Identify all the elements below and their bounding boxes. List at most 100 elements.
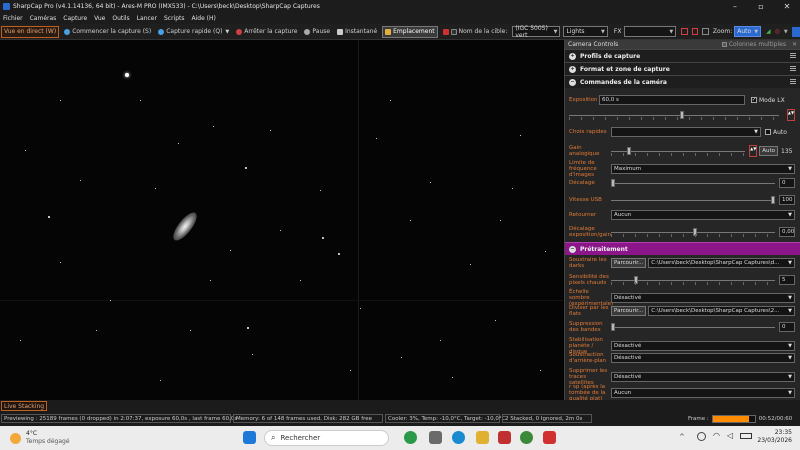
banding-slider[interactable]: [611, 323, 775, 331]
menu-cameras[interactable]: Caméras: [30, 15, 57, 22]
frequency-select[interactable]: Maximum ▼: [611, 164, 795, 174]
gain-slider[interactable]: [611, 147, 746, 156]
crosshair-icon[interactable]: [681, 28, 688, 35]
app-icon-1[interactable]: [404, 431, 417, 444]
slider-knob[interactable]: [771, 196, 775, 204]
exposure-row: Exposition 60,0 s ✓ Mode LX: [569, 95, 795, 105]
pin-icon[interactable]: [791, 26, 800, 37]
section-preprocessing[interactable]: − Prétraitement: [565, 242, 800, 255]
gain-auto-button[interactable]: Auto: [759, 146, 778, 156]
menu-icon[interactable]: [790, 53, 796, 58]
target-icon[interactable]: ◎: [775, 28, 780, 35]
taskbar-search[interactable]: ⌕ Rechercher: [264, 430, 389, 446]
flip-select[interactable]: Aucun ▼: [611, 210, 795, 220]
offset-input[interactable]: 0: [779, 178, 795, 188]
star: [390, 100, 391, 101]
app-icon-4[interactable]: [520, 431, 533, 444]
tray-app-icon[interactable]: [697, 432, 706, 441]
menu-launch[interactable]: Lancer: [137, 15, 157, 22]
brightness-icon[interactable]: ◢: [766, 28, 771, 35]
darks-browse-button[interactable]: Parcourir...: [611, 258, 647, 268]
menu-capture[interactable]: Capture: [63, 15, 87, 22]
lx-mode-checkbox[interactable]: ✓ Mode LX: [751, 97, 785, 104]
darkscale-select[interactable]: Désactivé ▼: [611, 293, 795, 303]
exposure-input[interactable]: 60,0 s: [599, 95, 745, 105]
exp-gain-offset-input[interactable]: 0,00: [779, 227, 795, 237]
edge-icon[interactable]: [452, 431, 465, 444]
section-camera-controls[interactable]: − Commandes de la caméra: [565, 75, 800, 88]
stabilization-select[interactable]: Désactivé ▼: [611, 341, 795, 351]
target-name-group: Nom de la cible:: [441, 26, 510, 38]
satellite-select[interactable]: Désactivé ▼: [611, 372, 795, 382]
fx-select[interactable]: ▼: [624, 26, 677, 37]
stacked-status: 2 Stacked, 0 Ignored, 2m 0s: [502, 414, 592, 423]
histogram-icon[interactable]: [691, 28, 699, 35]
offset-slider[interactable]: [611, 179, 775, 187]
star: [500, 220, 501, 221]
menu-file[interactable]: Fichier: [3, 15, 23, 22]
menu-tools[interactable]: Outils: [112, 15, 129, 22]
menu-view[interactable]: Vue: [94, 15, 105, 22]
slider-track: [611, 183, 775, 184]
snapshot-button[interactable]: Instantané: [335, 26, 379, 38]
usb-input[interactable]: 100: [779, 195, 795, 205]
exposure-auto-checkbox[interactable]: Auto: [765, 129, 787, 136]
exposure-slider[interactable]: [569, 111, 779, 120]
wifi-icon[interactable]: ◠: [713, 431, 720, 440]
tray-expand-icon[interactable]: ^: [679, 433, 685, 441]
file-explorer-icon[interactable]: [476, 431, 489, 444]
minimize-icon[interactable]: –: [722, 0, 748, 13]
clock[interactable]: 23:35 23/03/2026: [757, 429, 792, 445]
gain-label: Gain analogique: [569, 145, 600, 157]
multi-column-toggle[interactable]: Colonnes multiples ✕: [721, 41, 797, 48]
live-view-button[interactable]: Vue en direct (W): [1, 25, 60, 38]
menu-icon[interactable]: [790, 66, 796, 71]
maximize-icon[interactable]: ▫: [748, 0, 774, 13]
image-viewer[interactable]: [0, 40, 563, 400]
live-stacking-tab[interactable]: Live Stacking: [1, 401, 48, 411]
exposure-stepper[interactable]: ▲▼: [787, 109, 795, 121]
darks-path-select[interactable]: C:\Users\beck\Desktop\SharpCap Captures\…: [648, 258, 795, 268]
placement-button[interactable]: Emplacement: [382, 25, 438, 38]
close-icon[interactable]: ✕: [774, 0, 800, 13]
slider-knob[interactable]: [611, 323, 615, 331]
grid-icon[interactable]: [702, 28, 709, 35]
sharpcap-window: SharpCap Pro (v4.1.14136, 64 bit) - Ares…: [0, 0, 800, 450]
menu-help[interactable]: Aide (H): [192, 15, 216, 22]
sharpcap-taskbar-icon[interactable]: [543, 431, 556, 444]
app-icon-3[interactable]: [498, 431, 511, 444]
quick-capture-button[interactable]: Capture rapide (Q) ▼: [156, 26, 231, 38]
zoom-select[interactable]: Auto ▼: [734, 26, 762, 37]
checkbox-icon[interactable]: [450, 28, 457, 35]
start-capture-button[interactable]: Commencer la capture (S): [62, 26, 153, 38]
start-capture-label: Commencer la capture (S): [72, 28, 152, 35]
gain-stepper[interactable]: ▲▼: [749, 145, 758, 157]
close-icon[interactable]: ✕: [792, 41, 797, 48]
menu-icon[interactable]: [790, 79, 796, 84]
weather-widget[interactable]: 4°C Temps dégagé: [10, 430, 70, 446]
exp-gain-offset-slider[interactable]: [611, 228, 775, 237]
hotpix-slider[interactable]: [611, 276, 775, 285]
windows-start-icon[interactable]: [243, 431, 256, 444]
hotpix-input[interactable]: 5: [779, 275, 795, 285]
chevron-down-icon[interactable]: ▼: [784, 29, 788, 35]
chevron-down-icon: ▼: [669, 28, 674, 35]
speaker-icon[interactable]: ◁: [727, 431, 733, 440]
quality-drop-select[interactable]: Aucun ▼: [611, 388, 795, 398]
usb-slider[interactable]: [611, 196, 775, 204]
section-format[interactable]: + Format et zone de capture: [565, 62, 800, 75]
frame-type-select[interactable]: Lights ▼: [563, 26, 608, 37]
battery-icon[interactable]: [740, 433, 752, 439]
stop-capture-button[interactable]: Arrêter la capture: [234, 26, 299, 38]
section-capture-profiles[interactable]: + Profils de capture: [565, 49, 800, 62]
flats-browse-button[interactable]: Parcourir...: [611, 306, 647, 316]
bg-sub-select[interactable]: Désactivé ▼: [611, 353, 795, 363]
pause-button[interactable]: Pause: [302, 26, 332, 38]
flats-path-select[interactable]: C:\Users\beck\Desktop\SharpCap Captures\…: [648, 306, 795, 316]
slider-knob[interactable]: [611, 179, 615, 187]
app-icon-2[interactable]: [429, 431, 442, 444]
menu-scripts[interactable]: Scripts: [164, 15, 185, 22]
banding-input[interactable]: 0: [779, 322, 795, 332]
target-name-select[interactable]: (IGC 5005) vert ▼: [512, 25, 561, 39]
quick-choice-select[interactable]: ▼: [611, 127, 761, 137]
